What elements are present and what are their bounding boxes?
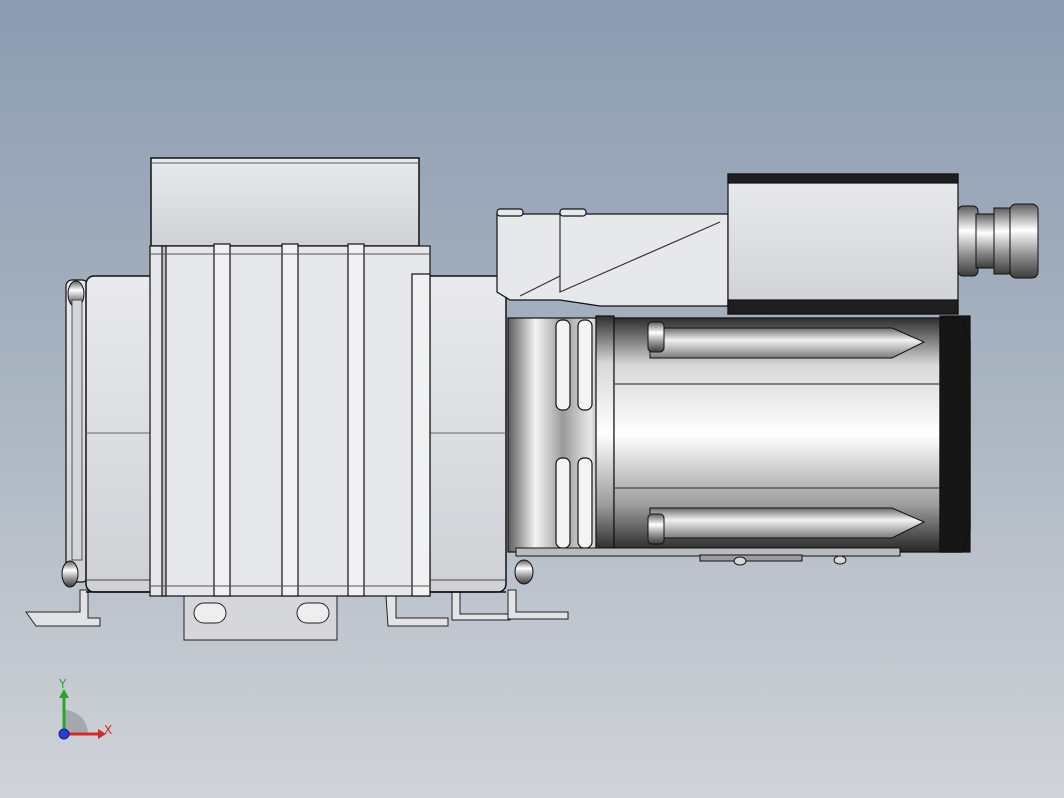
cable-gland[interactable] [957,203,1039,279]
motor-end-cap[interactable] [61,279,89,588]
mounting-feet[interactable] [25,589,569,641]
y-axis-label: Y [58,677,67,691]
orientation-triad: X Y [58,677,112,740]
pump-bottom-bracket[interactable] [514,547,901,585]
motor-frame-fins[interactable] [149,243,431,597]
graphics-viewport[interactable]: X Y [0,0,1064,798]
coupling-section[interactable] [507,315,619,553]
pump-head[interactable] [496,208,729,307]
z-axis-dot [58,728,70,740]
cable-box[interactable] [727,173,959,315]
cad-model[interactable] [0,0,1064,798]
x-axis-label: X [104,723,112,737]
terminal-box[interactable] [150,157,420,247]
